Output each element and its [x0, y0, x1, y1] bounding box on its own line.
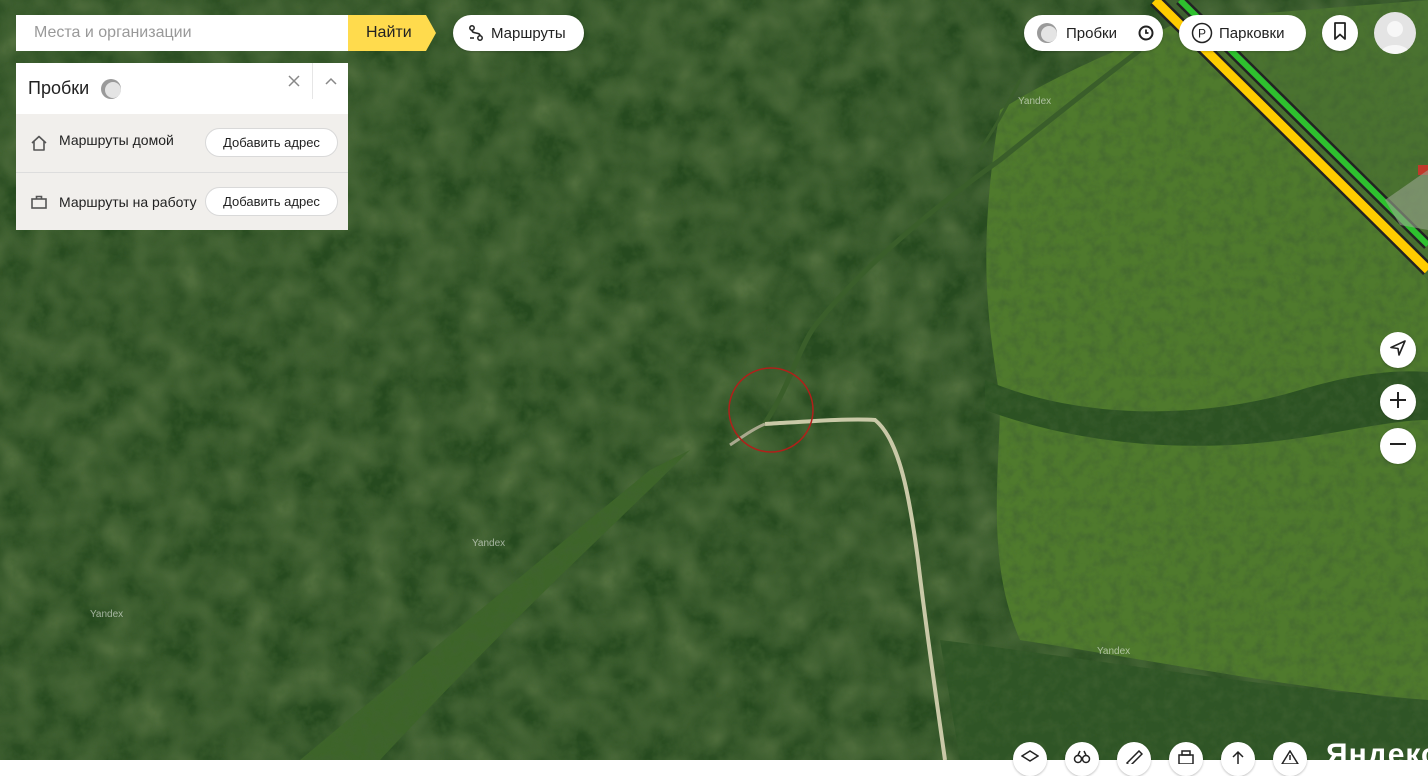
route-home-row: Маршруты домой Добавить адрес [16, 114, 348, 172]
find-button[interactable]: Найти [348, 15, 436, 51]
route-work-label: Маршруты на работу [59, 193, 197, 210]
user-icon [1380, 21, 1410, 54]
svg-text:P: P [1198, 27, 1206, 41]
zoom-in-button[interactable] [1380, 384, 1416, 420]
bookmark-icon [1333, 21, 1347, 45]
traffic-spinner-icon [1036, 22, 1058, 44]
parking-label: Парковки [1219, 24, 1285, 42]
map-watermark: Yandex [472, 538, 506, 549]
collapse-button[interactable] [312, 63, 348, 99]
close-icon[interactable] [286, 73, 302, 89]
ruler-button[interactable] [1117, 742, 1151, 776]
map-watermark: Yandex [1097, 646, 1131, 657]
route-home-label: Маршруты домой [59, 132, 174, 148]
search-input[interactable] [32, 23, 332, 43]
panorama-button[interactable] [1065, 742, 1099, 776]
user-avatar[interactable] [1374, 12, 1416, 54]
print-button[interactable] [1169, 742, 1203, 776]
traffic-panel-header: Пробки [16, 63, 348, 114]
map-watermark: Yandex [1018, 96, 1052, 107]
share-button[interactable] [1221, 742, 1255, 776]
traffic-panel-title: Пробки [28, 78, 90, 98]
zoom-out-icon [1389, 435, 1407, 458]
search-box[interactable] [16, 15, 348, 51]
map-watermark: Yandex [90, 609, 124, 620]
chevron-up-icon [324, 77, 337, 85]
traffic-spinner-icon [100, 78, 122, 100]
routes-label: Маршруты [491, 24, 566, 42]
add-work-address-button[interactable]: Добавить адрес [205, 187, 338, 216]
parking-icon: P [1191, 22, 1213, 44]
parking-button[interactable]: P Парковки [1179, 15, 1306, 51]
yandex-logo[interactable]: Яндекс [1326, 738, 1428, 772]
traffic-label: Пробки [1066, 24, 1117, 42]
traffic-panel: Пробки Маршруты домой Добавить адрес Мар… [16, 63, 348, 230]
bookmarks-button[interactable] [1322, 15, 1358, 51]
routes-button[interactable]: Маршруты [453, 15, 584, 51]
route-work-row: Маршруты на работу Добавить адрес [16, 172, 348, 230]
add-home-address-button[interactable]: Добавить адрес [205, 128, 338, 157]
feedback-button[interactable] [1273, 742, 1307, 776]
home-icon [30, 134, 48, 152]
layers-button[interactable] [1013, 742, 1047, 776]
locate-icon [1389, 339, 1407, 362]
route-icon [467, 24, 485, 42]
zoom-out-button[interactable] [1380, 428, 1416, 464]
clock-icon[interactable] [1137, 24, 1155, 46]
traffic-button[interactable]: Пробки [1024, 15, 1163, 51]
briefcase-icon [30, 193, 48, 211]
locate-button[interactable] [1380, 332, 1416, 368]
zoom-in-icon [1389, 391, 1407, 414]
